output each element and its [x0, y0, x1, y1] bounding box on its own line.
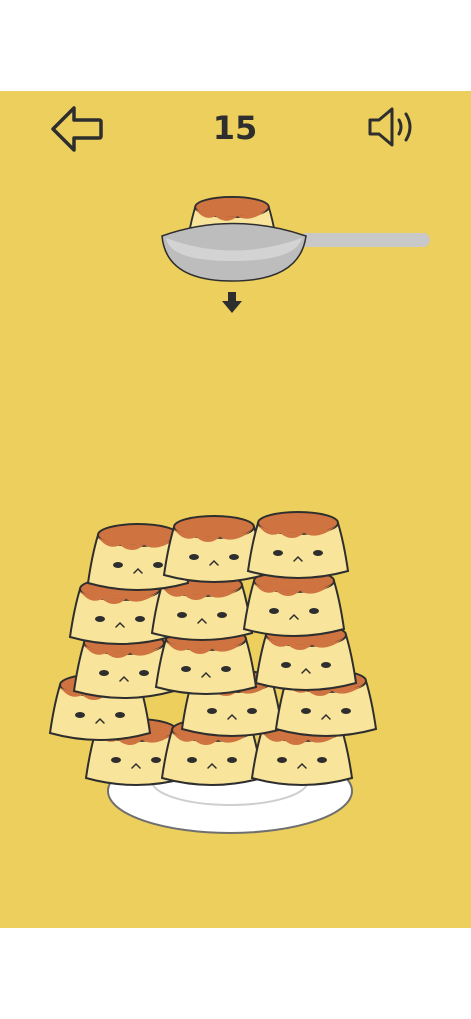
screen: 15 — [0, 0, 471, 1019]
game-area[interactable]: 15 — [0, 91, 471, 928]
down-arrow-icon — [222, 292, 242, 313]
pudding — [243, 569, 345, 637]
scene — [49, 196, 430, 834]
pudding-stack — [49, 511, 377, 786]
pudding — [247, 511, 349, 579]
spoon — [161, 196, 430, 282]
